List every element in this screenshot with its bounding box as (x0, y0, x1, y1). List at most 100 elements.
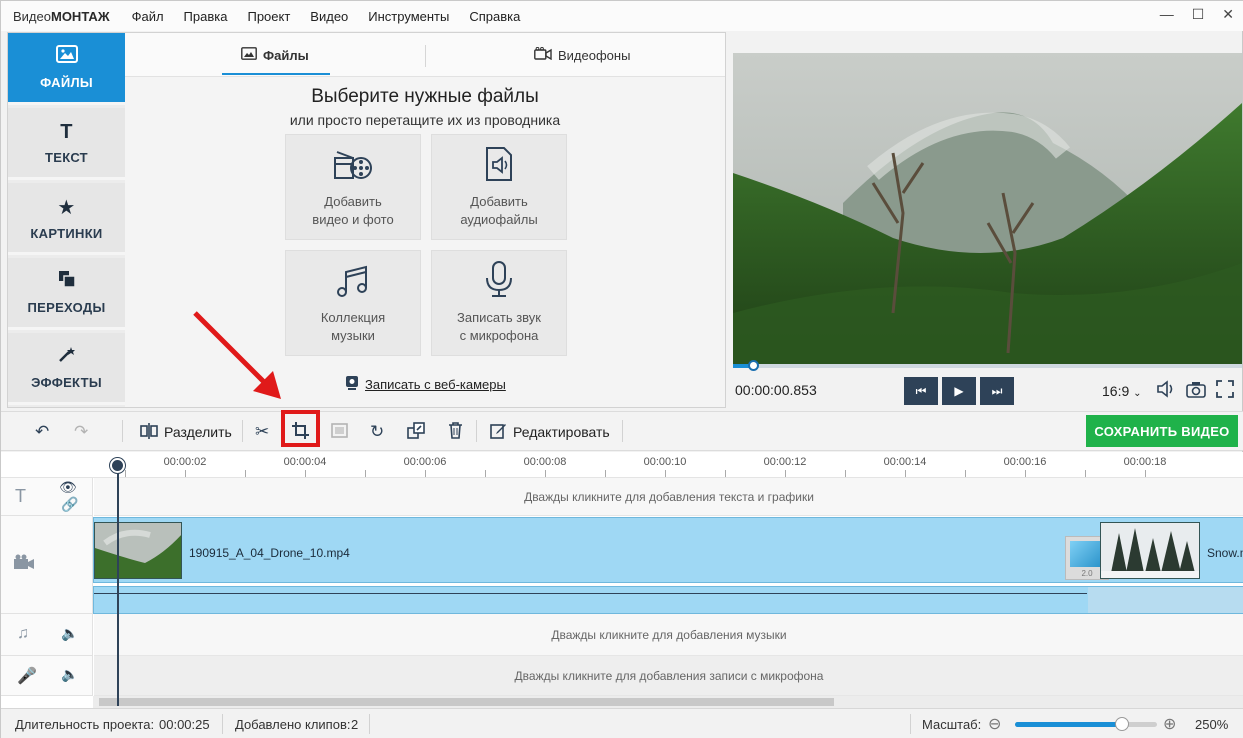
sidebar-item-images[interactable]: ★ КАРТИНКИ (8, 183, 125, 255)
mic-track-header: 🎤 🔈 (1, 656, 93, 696)
ruler-tick (785, 470, 786, 477)
maximize-icon[interactable]: ☐ (1192, 6, 1205, 23)
film-reel-icon (333, 146, 373, 193)
horizontal-scrollbar[interactable] (93, 696, 1243, 708)
playhead-handle[interactable] (110, 458, 125, 473)
record-webcam-link[interactable]: Записать с веб-камеры (345, 375, 506, 394)
music-note-icon: ♫ (17, 625, 29, 642)
skip-back-icon: ⏮ (915, 383, 927, 398)
play-icon: ▶ (954, 384, 964, 398)
ruler-tick (665, 470, 666, 477)
divider (910, 714, 911, 734)
undo-button[interactable]: ↶ (35, 420, 49, 444)
redo-icon: ↷ (74, 422, 89, 441)
zoom-fill (1015, 722, 1122, 727)
delete-button[interactable] (448, 420, 463, 444)
menu-help[interactable]: Справка (469, 9, 520, 24)
menu-tools[interactable]: Инструменты (368, 9, 449, 24)
zoom-handle[interactable] (1114, 717, 1129, 731)
magic-wand-icon (58, 345, 76, 369)
text-icon: T (60, 120, 73, 143)
tab-files[interactable]: Файлы (241, 33, 309, 77)
edit-toolbar: ↶ ↷ Разделить ✂ ↻ Редактировать (1, 411, 1243, 451)
freeze-frame-button[interactable] (331, 420, 348, 444)
seek-handle[interactable] (748, 360, 760, 371)
fullscreen-icon[interactable] (1216, 380, 1234, 403)
undo-icon: ↶ (35, 422, 50, 441)
aspect-ratio-select[interactable]: 16:9 ⌄ (1102, 383, 1142, 399)
zoom-value: 250% (1195, 717, 1229, 732)
menu-file[interactable]: Файл (132, 9, 164, 24)
save-video-button[interactable]: СОХРАНИТЬ ВИДЕО (1086, 415, 1238, 447)
mic-track[interactable]: Дважды кликните для добавления записи с … (94, 656, 1243, 696)
add-video-photo-button[interactable]: Добавить видео и фото (285, 134, 421, 240)
cut-button[interactable]: ✂ (255, 420, 269, 444)
clips-label: Добавлено клипов: (235, 717, 351, 732)
volume-line (94, 593, 1087, 594)
text-track-header: T 👁 🔗 (1, 478, 93, 516)
video-clip-track[interactable]: 190915_A_04_Drone_10.mp4 2.0 Snow.m (93, 517, 1243, 583)
link-icon[interactable]: 🔗 (61, 496, 78, 513)
tab-video-backgrounds[interactable]: Видеофоны (534, 33, 630, 77)
tabs: Файлы Видеофоны (125, 33, 725, 77)
sidebar-item-files[interactable]: ФАЙЛЫ (8, 33, 125, 105)
menu-video[interactable]: Видео (310, 9, 348, 24)
text-track[interactable]: Дважды кликните для добавления текста и … (94, 478, 1243, 516)
timeline[interactable]: 00:00:02 00:00:04 00:00:06 00:00:08 00:00:10… (1, 452, 1243, 708)
music-track[interactable]: Дважды кликните для добавления музыки (94, 614, 1243, 656)
camera-icon[interactable] (1186, 380, 1206, 403)
ruler-tick (845, 470, 846, 477)
sidebar-item-transitions[interactable]: ПЕРЕХОДЫ (8, 258, 125, 330)
seek-bar[interactable] (733, 360, 1242, 371)
previous-frame-button[interactable]: ⏮ (904, 377, 938, 405)
zoom-out-icon[interactable]: ⊖ (988, 714, 1001, 734)
rotate-icon: ↻ (370, 422, 385, 441)
clips-value: 2 (351, 717, 359, 732)
divider (122, 420, 123, 442)
red-arrow-annotation (193, 311, 281, 399)
music-collection-button[interactable]: Коллекция музыки (285, 250, 421, 356)
rotate-button[interactable]: ↻ (370, 420, 384, 444)
volume-icon[interactable]: 🔈 (61, 625, 78, 642)
divider (476, 420, 477, 442)
star-icon: ★ (57, 196, 76, 219)
microphone-icon: 🎤 (17, 668, 37, 685)
menu-project[interactable]: Проект (247, 9, 290, 24)
time-ruler[interactable]: 00:00:02 00:00:04 00:00:06 00:00:08 00:00:10… (1, 452, 1243, 478)
volume-icon[interactable] (1156, 380, 1176, 403)
menu-edit[interactable]: Правка (184, 9, 228, 24)
minimize-icon[interactable]: — (1160, 6, 1174, 23)
music-notes-icon (334, 262, 372, 309)
split-button[interactable]: Разделить (140, 420, 232, 444)
ruler-tick (245, 470, 246, 477)
edit-button[interactable]: Редактировать (490, 420, 610, 444)
ruler-tick-label: 00:00:18 (1123, 456, 1167, 468)
page-title: Выберите нужные файлы (311, 86, 539, 107)
redo-button[interactable]: ↷ (74, 420, 88, 444)
ruler-tick (905, 470, 906, 477)
scrollbar-thumb[interactable] (99, 698, 834, 706)
eye-icon[interactable]: 👁 (59, 479, 77, 496)
status-bar: Длительность проекта: 00:00:25 Добавлено… (1, 708, 1243, 738)
sidebar-item-effects[interactable]: ЭФФЕКТЫ (8, 333, 125, 405)
replace-button[interactable] (407, 420, 425, 444)
video-audio-track[interactable] (93, 586, 1243, 614)
video-camera-icon (13, 554, 35, 575)
image-icon (241, 47, 257, 63)
playhead-line (117, 472, 119, 706)
add-audio-button[interactable]: Добавить аудиофайлы (431, 134, 567, 240)
divider (222, 714, 223, 734)
clip-thumbnail (1100, 522, 1200, 579)
next-frame-button[interactable]: ⏭ (980, 377, 1014, 405)
close-icon[interactable]: ✕ (1222, 6, 1234, 23)
ruler-tick-label: 00:00:02 (163, 456, 207, 468)
record-mic-button[interactable]: Записать звук с микрофона (431, 250, 567, 356)
video-preview[interactable] (733, 53, 1242, 364)
volume-icon[interactable]: 🔈 (61, 666, 78, 683)
zoom-slider[interactable] (1015, 717, 1157, 731)
zoom-in-icon[interactable]: ⊕ (1163, 714, 1176, 734)
clip-thumbnail (94, 522, 182, 579)
sidebar-item-text[interactable]: T ТЕКСТ (8, 108, 125, 180)
image-icon (55, 45, 78, 69)
play-button[interactable]: ▶ (942, 377, 976, 405)
